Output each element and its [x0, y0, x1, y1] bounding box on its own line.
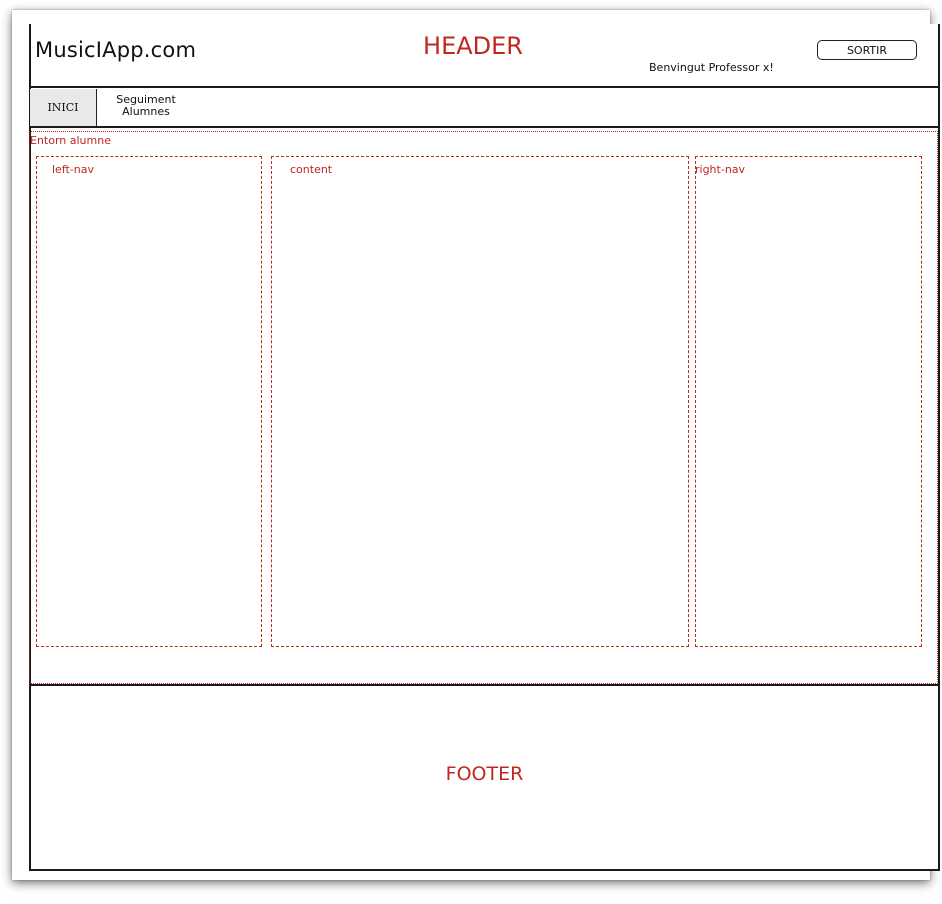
content-region: content: [271, 156, 689, 647]
mockup-canvas: MusicIApp.com HEADER Benvingut Professor…: [0, 0, 942, 904]
student-environment-region: Entorn alumne left-nav content right-nav: [29, 131, 938, 684]
footer-divider: [29, 684, 940, 686]
main-nav: INICI Seguiment Alumnes: [29, 88, 940, 128]
nav-item-home[interactable]: INICI: [30, 89, 97, 126]
left-nav-region: left-nav: [36, 156, 262, 647]
right-nav-region: right-nav: [695, 156, 922, 647]
left-nav-label: left-nav: [52, 163, 95, 176]
environment-label: Entorn alumne: [30, 134, 111, 147]
welcome-message: Benvingut Professor x!: [649, 61, 774, 74]
right-nav-label: right-nav: [695, 163, 746, 176]
nav-item-home-label: INICI: [47, 101, 79, 114]
page-header: MusicIApp.com HEADER Benvingut Professor…: [29, 24, 940, 88]
nav-item-student-tracking-label-line2: Alumnes: [122, 105, 170, 118]
logout-button[interactable]: SORTIR: [817, 40, 917, 60]
header-annotation: HEADER: [423, 32, 523, 60]
content-label: content: [290, 163, 333, 176]
nav-item-student-tracking[interactable]: Seguiment Alumnes: [111, 94, 181, 118]
footer-annotation: FOOTER: [445, 763, 524, 785]
